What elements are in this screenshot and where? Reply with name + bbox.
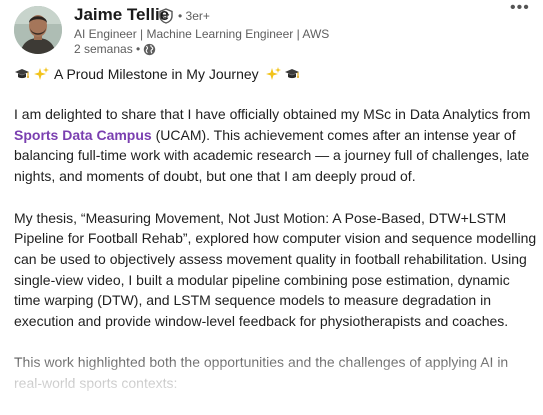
post-paragraph-3: This work highlighted both the opportuni… bbox=[14, 354, 509, 392]
globe-icon bbox=[143, 43, 156, 56]
post-title-text: A Proud Milestone in My Journey bbox=[54, 66, 259, 82]
author-name[interactable]: Jaime Tellie bbox=[74, 5, 169, 25]
author-avatar[interactable] bbox=[14, 6, 62, 54]
more-options-icon[interactable]: ••• bbox=[510, 0, 530, 16]
sparkles-icon bbox=[265, 66, 281, 82]
sparkles-icon bbox=[33, 66, 49, 82]
graduation-cap-icon bbox=[284, 66, 300, 82]
post-body: I am delighted to share that I have offi… bbox=[14, 104, 539, 415]
post-paragraph-1: I am delighted to share that I have offi… bbox=[14, 104, 539, 187]
graduation-cap-icon bbox=[14, 66, 30, 82]
post-time: 2 semanas • bbox=[74, 42, 141, 56]
post-title: A Proud Milestone in My Journey bbox=[14, 66, 303, 82]
connection-degree: • 3er+ bbox=[178, 9, 210, 23]
post-meta: 2 semanas • bbox=[74, 42, 156, 56]
post-paragraph-2: My thesis, “Measuring Movement, Not Just… bbox=[14, 209, 537, 330]
organization-mention-link[interactable]: Sports Data Campus bbox=[14, 127, 152, 143]
paragraph-text: I am delighted to share that I have offi… bbox=[14, 106, 531, 122]
author-headline: AI Engineer | Machine Learning Engineer … bbox=[74, 27, 330, 41]
verified-shield-icon bbox=[158, 8, 174, 24]
